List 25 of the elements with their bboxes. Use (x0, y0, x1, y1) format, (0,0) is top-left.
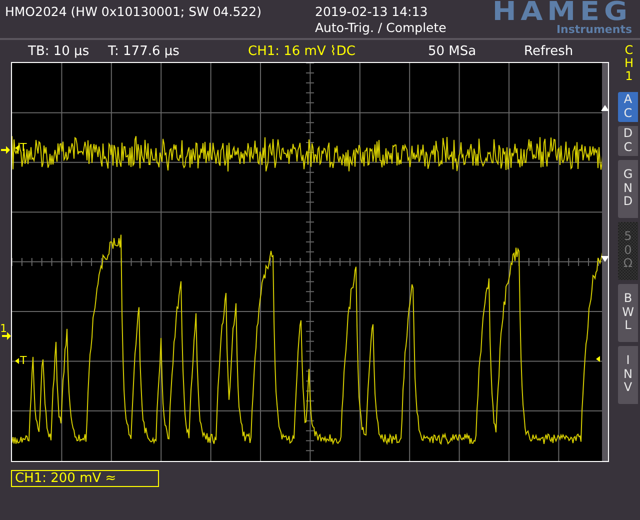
trigger-marker: T (20, 142, 27, 153)
trigger-setting: CH1: 16 mV ⌇DC (248, 44, 356, 58)
logo-subtitle: Instruments (556, 24, 632, 36)
channel-label: CH1 (623, 44, 635, 84)
timebase: TB: 10 µs (28, 44, 90, 58)
ground-marker: 1 (0, 323, 7, 334)
coupling-button[interactable]: AC (618, 92, 638, 122)
acquisition-mode: Refresh (524, 44, 574, 58)
coupling-button[interactable]: GND (618, 160, 638, 218)
arrow-right-icon (2, 332, 11, 340)
triangle-left-icon (15, 358, 19, 364)
date-time: 2019-02-13 14:13 (315, 4, 429, 20)
coupling-button[interactable]: DC (618, 126, 638, 156)
coupling-button[interactable]: BWL (618, 284, 638, 342)
sample-rate: 50 MSa (428, 44, 478, 58)
channel-scale: CH1: 200 mV ≈ (11, 470, 159, 487)
trigger-time: T: 177.6 µs (108, 44, 180, 58)
trigger-marker: T (20, 355, 27, 366)
trigger-status: Auto-Trig. / Complete (315, 20, 448, 36)
window-title: HMO2024 (HW 0x10130001; SW 04.522) (4, 3, 262, 19)
coupling-button[interactable]: INV (618, 346, 638, 404)
arrow-right-icon (1, 146, 10, 154)
trigger-level-icon (596, 356, 600, 362)
logo: HAMEG (492, 0, 632, 24)
triangle-left-icon (15, 145, 19, 151)
